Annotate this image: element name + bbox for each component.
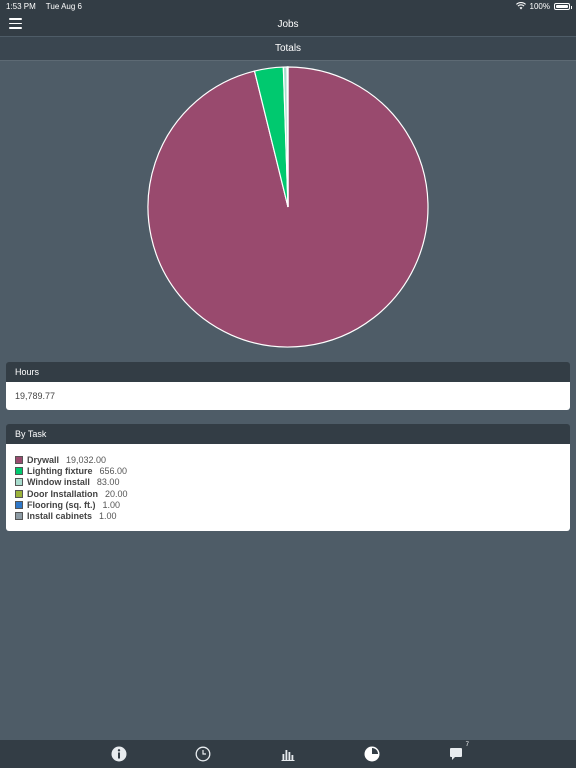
nav-bar: Jobs xyxy=(0,12,576,36)
tab-bar: 7 xyxy=(0,740,576,768)
battery-percent: 100% xyxy=(529,1,550,11)
legend-label: Drywall xyxy=(27,454,60,465)
legend-label: Flooring (sq. ft.) xyxy=(27,499,96,510)
pie-chart-icon xyxy=(364,746,380,762)
legend-value: 20.00 xyxy=(105,488,128,499)
status-time: 1:53 PM xyxy=(6,1,36,11)
messages-badge: 7 xyxy=(465,742,469,748)
section-header: Totals xyxy=(0,37,576,61)
legend-swatch xyxy=(15,478,23,487)
tab-messages[interactable]: 7 xyxy=(448,742,469,762)
legend-value: 656.00 xyxy=(99,465,128,476)
legend-value: 19,032.00 xyxy=(66,454,107,465)
legend-swatch xyxy=(15,489,23,498)
bar-chart-icon xyxy=(281,750,295,761)
legend-label: Lighting fixture xyxy=(27,465,93,476)
pie-chart-svg xyxy=(147,66,429,348)
legend-label: Window install xyxy=(27,477,90,488)
clock-icon xyxy=(195,746,211,762)
legend-swatch xyxy=(15,512,23,521)
hours-header: Hours xyxy=(6,362,570,382)
tab-time[interactable] xyxy=(195,746,211,762)
legend-item: Window install 83.00 xyxy=(15,477,561,488)
status-date: Tue Aug 6 xyxy=(45,1,82,11)
chat-bubble-icon xyxy=(450,748,462,760)
menu-icon[interactable] xyxy=(9,18,22,29)
pie-chart xyxy=(145,64,431,350)
legend-swatch xyxy=(15,466,23,475)
by-task-panel: By Task Drywall 19,032.00 Lighting fixture… xyxy=(6,424,570,531)
hours-value: 19,789.77 xyxy=(15,391,56,401)
legend-value: 1.00 xyxy=(102,499,121,510)
legend-label: Install cabinets xyxy=(27,511,93,522)
by-task-header: By Task xyxy=(6,424,570,444)
legend-item: Door Installation 20.00 xyxy=(15,488,561,499)
legend-item: Lighting fixture 656.00 xyxy=(15,465,561,476)
battery-icon xyxy=(554,2,572,10)
tab-totals[interactable] xyxy=(364,746,380,762)
legend: Drywall 19,032.00 Lighting fixture 656.00 Wi… xyxy=(6,444,570,531)
status-bar: 1:53 PM Tue Aug 6 100% xyxy=(0,0,576,12)
legend-value: 1.00 xyxy=(99,511,117,522)
tab-info[interactable] xyxy=(111,746,127,762)
legend-item: Drywall 19,032.00 xyxy=(15,454,561,465)
legend-label: Door Installation xyxy=(27,488,99,499)
legend-swatch xyxy=(15,455,23,464)
legend-item: Flooring (sq. ft.) 1.00 xyxy=(15,499,561,510)
info-icon xyxy=(111,746,127,762)
legend-swatch xyxy=(15,500,23,509)
legend-value: 83.00 xyxy=(96,477,120,488)
section-title: Totals xyxy=(274,43,302,54)
hours-panel: Hours 19,789.77 xyxy=(6,362,570,410)
tab-reports[interactable] xyxy=(280,746,296,762)
wifi-icon xyxy=(515,2,526,10)
page-title: Jobs xyxy=(277,18,299,30)
legend-item: Install cabinets 1.00 xyxy=(15,510,561,521)
